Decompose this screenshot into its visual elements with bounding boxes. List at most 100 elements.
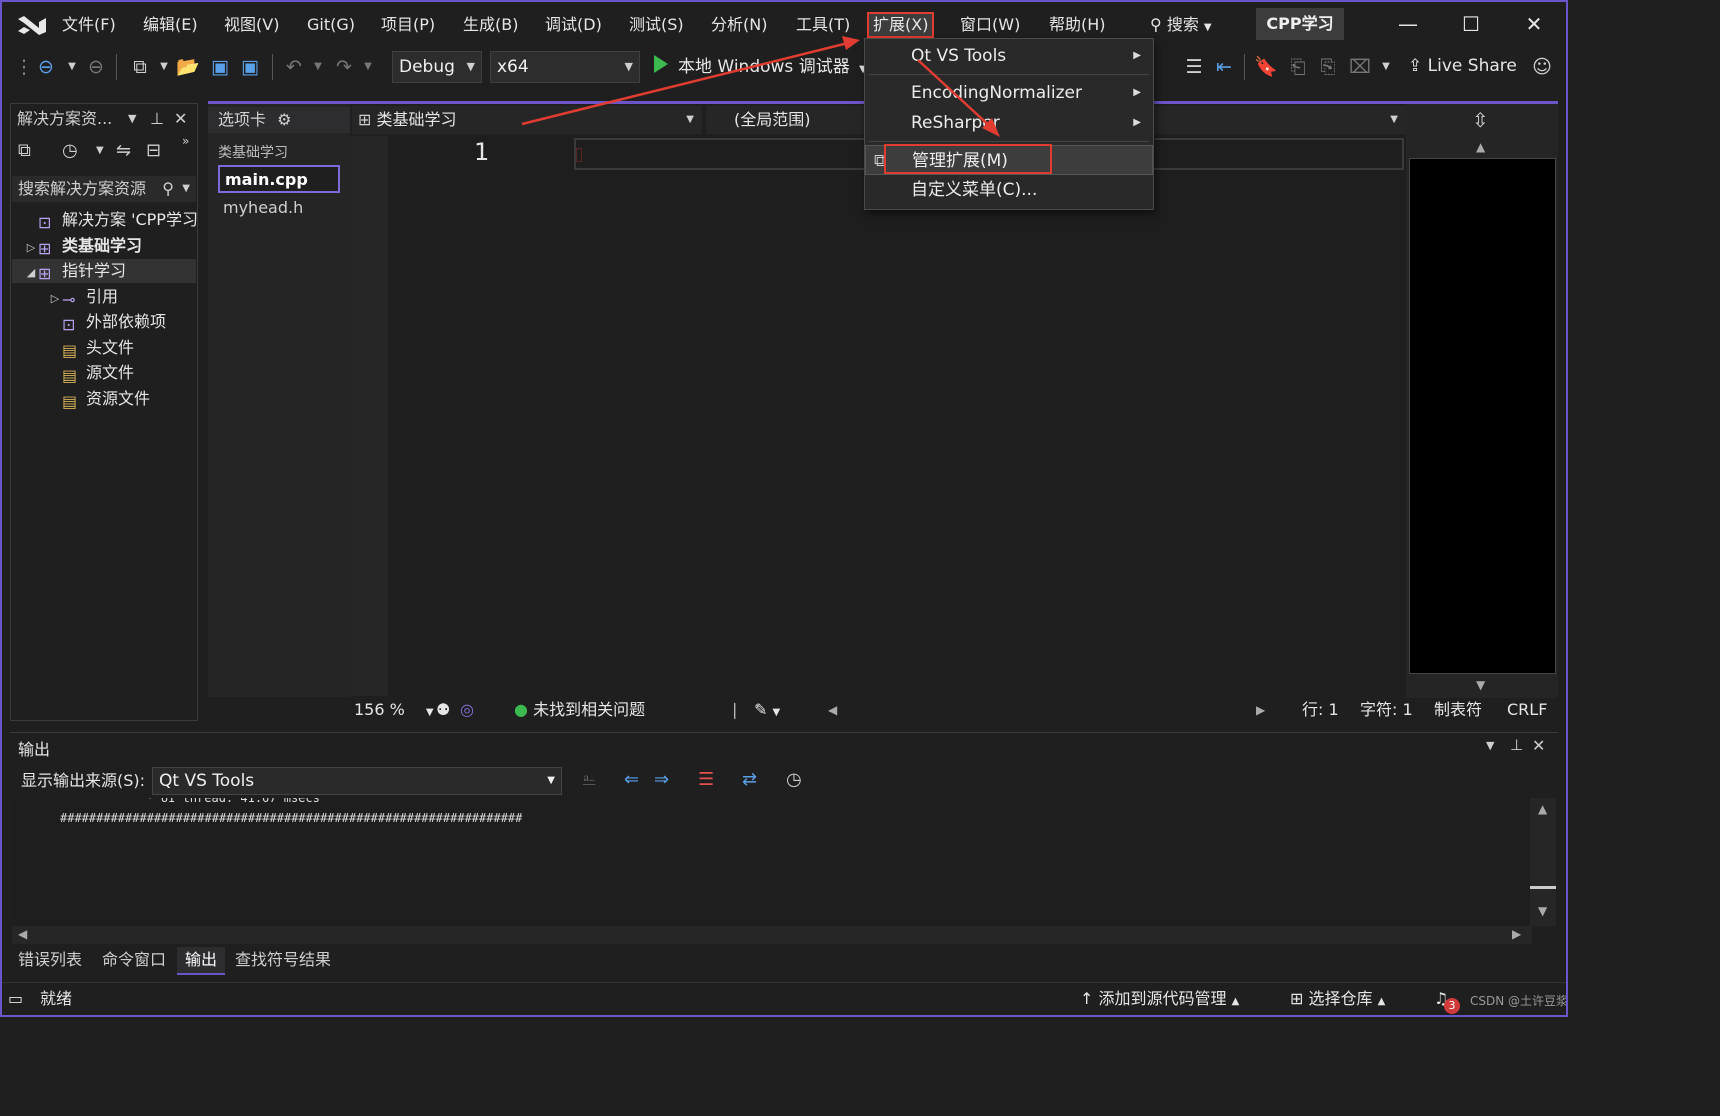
menu-debug[interactable]: 调试(D) [541,12,606,38]
next-message-icon[interactable]: ⇒ [654,769,669,790]
menu-extensions[interactable]: 扩展(X) [867,12,935,38]
menu-project[interactable]: 项目(P) [377,12,439,38]
solution-search-input[interactable]: 搜索解决方案资源 ⚲ ▼ [12,176,196,202]
add-source-control-button[interactable]: ↑ 添加到源代码管理 ▲ [1080,988,1239,1013]
minimize-button[interactable]: — [1388,8,1428,40]
scroll-left-icon[interactable]: ◀ [18,927,27,941]
tree-item[interactable]: ◢ ⊞ 指针学习 [12,259,196,283]
chevron-down-icon[interactable]: ▼ [96,145,104,156]
menu-window[interactable]: 窗口(W) [956,12,1024,38]
tree-item[interactable]: ▤ 资源文件 [12,387,196,411]
scroll-thumb[interactable] [1530,886,1556,889]
expand-arrow-icon[interactable]: ◢ [24,261,38,285]
menu-edit[interactable]: 编辑(E) [139,12,202,38]
open-folder-icon[interactable]: 📂 [176,55,200,79]
forward-icon[interactable]: ⊖ [84,55,108,79]
tab-find-symbol-results[interactable]: 查找符号结果 [227,947,339,975]
back-icon[interactable]: ⊖ [34,55,58,79]
account-icon[interactable]: ☺ [1530,55,1554,79]
scroll-up-icon[interactable]: ▲ [1476,140,1485,154]
next-bookmark-icon[interactable]: ⎘ [1316,55,1340,79]
collapse-all-icon[interactable]: ⊟ [146,140,161,161]
output-text[interactable]: * UI thread: 41.67 msecs ################… [12,798,1532,926]
tree-item[interactable]: ⊡ 解决方案 'CPP学习 [12,208,198,232]
close-panel-icon[interactable]: ✕ [174,106,187,132]
search-button[interactable]: ⚲ 搜索 ▼ [1150,12,1212,38]
output-horizontal-scrollbar[interactable]: ◀ ▶ [12,926,1532,944]
new-project-icon[interactable]: ⧉ [128,55,152,79]
undo-icon[interactable]: ↶ [282,55,306,79]
code-editor[interactable] [388,136,1406,696]
scroll-right-icon[interactable]: ▶ [1512,927,1521,941]
save-icon[interactable]: ▣ [208,55,232,79]
undo-dropdown-icon[interactable]: ▼ [306,55,330,79]
menu-analyze[interactable]: 分析(N) [707,12,771,38]
redo-icon[interactable]: ↷ [332,55,356,79]
tab-output[interactable]: 输出 [177,947,226,975]
issues-indicator[interactable]: ● 未找到相关问题 [514,699,645,721]
start-debugging-button[interactable]: 本地 Windows 调试器 ▼ [678,53,867,84]
maximize-button[interactable]: ☐ [1451,8,1491,40]
new-dropdown-icon[interactable]: ▼ [152,55,176,79]
sync-icon[interactable]: ⇋ [116,140,131,161]
menu-item-qt-vs-tools[interactable]: Qt VS Tools ▶ [865,41,1153,71]
split-editor-icon[interactable]: ⇳ [1472,108,1489,132]
intellicode-icon[interactable]: ◎ [460,699,474,721]
scroll-up-icon[interactable]: ▲ [1538,802,1547,816]
close-window-button[interactable]: ✕ [1514,8,1554,40]
close-panel-icon[interactable]: ✕ [1532,736,1545,755]
tab-myhead-h[interactable]: myhead.h [218,195,340,223]
indent-mode[interactable]: 制表符 [1434,699,1482,721]
tree-item[interactable]: ▤ 头文件 [12,336,196,360]
char-indicator[interactable]: 字符: 1 [1360,699,1413,721]
live-share-button[interactable]: ⇪ Live Share [1408,52,1517,80]
line-ending[interactable]: CRLF [1507,699,1547,721]
code-minimap[interactable] [1409,158,1556,674]
select-repository-button[interactable]: ⊞ 选择仓库 ▲ [1290,988,1385,1013]
menu-item-resharper[interactable]: ReSharper ▶ [865,108,1153,138]
project-navigation-select[interactable]: ⊞ 类基础学习 ▼ [352,106,702,134]
clear-all-icon[interactable]: ☰ [698,769,714,790]
tab-main-cpp[interactable]: main.cpp [218,165,340,193]
clear-bookmarks-icon[interactable]: ⌧ [1348,55,1372,79]
solution-home-icon[interactable]: ⧉ [18,140,31,161]
toolbar-overflow-icon[interactable]: ▼ [1374,55,1398,79]
scroll-right-icon[interactable]: ▶ [1256,699,1265,721]
menu-file[interactable]: 文件(F) [58,12,120,38]
bookmark-icon[interactable]: 🔖 [1254,55,1278,79]
menu-item-encoding-normalizer[interactable]: EncodingNormalizer ▶ [865,78,1153,108]
copilot-icon[interactable]: ⚉ [436,699,450,721]
expand-arrow-icon[interactable]: ▷ [24,236,38,260]
tree-item[interactable]: ⊡ 外部依赖项 [12,310,196,334]
more-icon[interactable]: » [182,134,189,148]
tab-error-list[interactable]: 错误列表 [10,947,90,975]
menu-git[interactable]: Git(G) [303,12,359,38]
zoom-level-select[interactable]: 156 % ▼ [354,699,434,724]
word-wrap-icon[interactable]: ⇄ [742,769,757,790]
start-debugging-icon[interactable] [654,55,668,73]
outdent-icon[interactable]: ⇤ [1212,55,1236,79]
redo-dropdown-icon[interactable]: ▼ [356,55,380,79]
previous-message-icon[interactable]: ⇐ [624,769,639,790]
menu-tools[interactable]: 工具(T) [792,12,854,38]
platform-select[interactable]: x64 ▼ [490,51,640,83]
save-all-icon[interactable]: ▣ [238,55,262,79]
back-dropdown-icon[interactable]: ▼ [60,55,84,79]
indent-icon[interactable]: ☰ [1182,55,1206,79]
panel-menu-icon[interactable]: ▼ [128,106,136,132]
tree-item[interactable]: ▷ ⊸ 引用 [12,285,196,309]
timestamp-icon[interactable]: ◷ [786,769,802,790]
menu-build[interactable]: 生成(B) [459,12,522,38]
code-cleanup-icon[interactable]: ✎ ▼ [754,699,780,724]
menu-view[interactable]: 视图(V) [220,12,283,38]
output-vertical-scrollbar[interactable]: ▲ ▼ [1530,798,1556,926]
menu-test[interactable]: 测试(S) [625,12,688,38]
output-source-select[interactable]: Qt VS Tools ▼ [152,767,562,795]
configuration-select[interactable]: Debug ▼ [392,51,482,83]
line-indicator[interactable]: 行: 1 [1302,699,1339,721]
go-to-line-icon[interactable]: ⎁ [582,769,596,790]
panel-menu-icon[interactable]: ▼ [1486,739,1494,752]
scroll-left-icon[interactable]: ◀ [828,699,837,721]
menu-help[interactable]: 帮助(H) [1045,12,1110,38]
pin-icon[interactable]: ⊥ [1510,736,1523,754]
